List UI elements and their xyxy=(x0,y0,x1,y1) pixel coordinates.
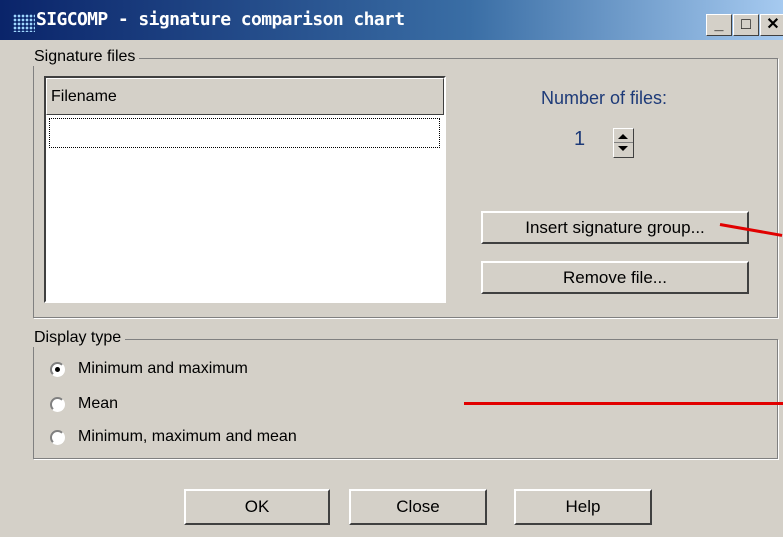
spinner-up-arrow-icon[interactable] xyxy=(618,134,628,139)
close-window-button[interactable]: ✕ xyxy=(760,14,783,36)
window-title: SIGCOMP - signature comparison chart xyxy=(36,9,405,30)
display-type-legend: Display type xyxy=(33,329,126,347)
remove-file-button[interactable]: Remove file... xyxy=(481,261,749,294)
spinner-down-arrow-icon[interactable] xyxy=(618,146,628,151)
radio-min-max-mean[interactable] xyxy=(50,430,65,445)
list-item[interactable] xyxy=(49,118,440,148)
number-of-files-value: 1 xyxy=(574,128,586,150)
close-button[interactable]: Close xyxy=(349,489,487,525)
minimize-button[interactable]: _ xyxy=(706,14,732,36)
signature-files-legend: Signature files xyxy=(33,48,140,66)
number-of-files-spinner[interactable] xyxy=(613,128,634,158)
radio-mean[interactable] xyxy=(50,397,65,412)
insert-signature-group-button[interactable]: Insert signature group... xyxy=(481,211,749,244)
annotation-arrow-line-lower xyxy=(464,402,783,405)
title-bar[interactable]: SIGCOMP - signature comparison chart _ □… xyxy=(0,0,783,40)
number-of-files-label: Number of files: xyxy=(541,88,668,108)
filename-column-header[interactable]: Filename xyxy=(46,78,444,115)
radio-min-max[interactable] xyxy=(50,362,65,377)
radio-mean-label[interactable]: Mean xyxy=(78,395,118,413)
ok-button[interactable]: OK xyxy=(184,489,330,525)
maximize-button[interactable]: □ xyxy=(733,14,759,36)
spinner-divider xyxy=(614,142,633,143)
help-button[interactable]: Help xyxy=(514,489,652,525)
radio-min-max-label[interactable]: Minimum and maximum xyxy=(78,360,248,378)
radio-min-max-mean-label[interactable]: Minimum, maximum and mean xyxy=(78,428,297,446)
app-icon xyxy=(13,14,35,32)
sigcomp-dialog: SIGCOMP - signature comparison chart _ □… xyxy=(0,0,783,537)
signature-file-list[interactable]: Filename xyxy=(44,76,446,303)
